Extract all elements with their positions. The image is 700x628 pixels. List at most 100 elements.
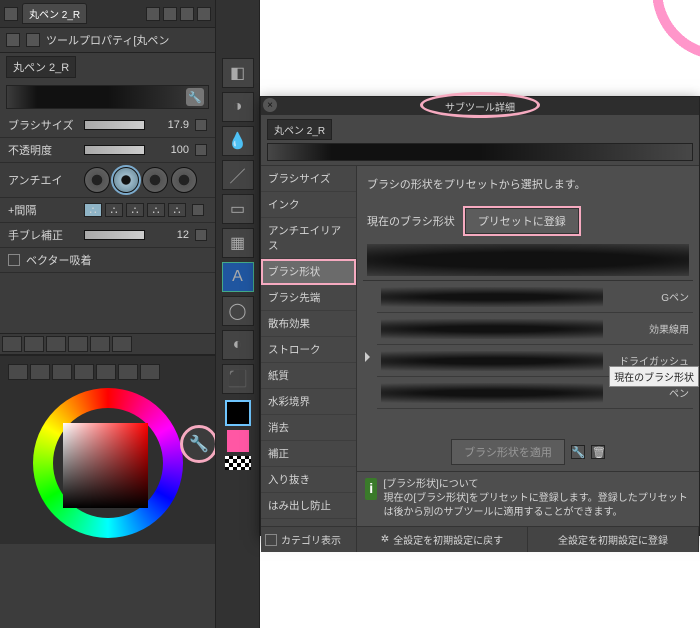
- wrench-icon[interactable]: 🔧: [186, 88, 204, 106]
- trash-icon[interactable]: 🗑: [591, 445, 605, 459]
- preset-name: ペン: [607, 385, 693, 400]
- reset-defaults-label: 全設定を初期設定に戻す: [393, 532, 503, 547]
- preset-list[interactable]: Gペン効果線用ドライガッシュペン: [363, 280, 693, 433]
- spacing-options-icon[interactable]: [192, 204, 204, 216]
- hue-ring[interactable]: [23, 388, 193, 538]
- footer-btn[interactable]: [90, 336, 110, 352]
- color-mode-btn[interactable]: [96, 364, 116, 380]
- tab-brush[interactable]: 丸ペン 2_R: [22, 3, 87, 24]
- info-icon: i: [365, 478, 377, 500]
- category-item[interactable]: 紙質: [261, 363, 356, 389]
- stabilize-value[interactable]: 12: [151, 229, 189, 241]
- blend-icon[interactable]: 💧: [222, 126, 254, 156]
- aa-option-mid[interactable]: [142, 167, 168, 193]
- preset-name: 効果線用: [607, 321, 693, 336]
- menu-icon[interactable]: [197, 7, 211, 21]
- show-category-toggle[interactable]: カテゴリ表示: [261, 527, 357, 552]
- dialog-footer: カテゴリ表示 ✲ 全設定を初期設定に戻す 全設定を初期設定に登録: [261, 526, 699, 552]
- show-category-checkbox[interactable]: [265, 534, 277, 546]
- fill-icon[interactable]: ⬛: [222, 364, 254, 394]
- stabilize-slider[interactable]: [84, 230, 145, 240]
- footer-btn[interactable]: [24, 336, 44, 352]
- gradient-icon[interactable]: ◐: [222, 330, 254, 360]
- balloon-icon[interactable]: ◯: [222, 296, 254, 326]
- expand-icon[interactable]: [365, 352, 375, 362]
- aa-option-strong[interactable]: [171, 167, 197, 193]
- category-item[interactable]: ブラシ先端: [261, 285, 356, 311]
- subtool-detail-dialog: × サブツール詳細 丸ペン 2_R ブラシサイズインクアンチエイリアスブラシ形状…: [260, 96, 700, 536]
- line-icon[interactable]: ／: [222, 160, 254, 190]
- footer-wrench-icon[interactable]: [112, 336, 132, 352]
- color-mode-btn[interactable]: [74, 364, 94, 380]
- text-icon[interactable]: A: [222, 262, 254, 292]
- color-mode-btn[interactable]: [8, 364, 28, 380]
- category-item[interactable]: はみ出し防止: [261, 493, 356, 519]
- dialog-titlebar[interactable]: × サブツール詳細: [261, 97, 699, 115]
- spacing-opt-4[interactable]: ∴: [147, 203, 165, 217]
- spacing-opt-2[interactable]: ∴: [105, 203, 123, 217]
- color-mode-btn[interactable]: [118, 364, 138, 380]
- aa-option-weak[interactable]: [113, 167, 139, 193]
- category-item[interactable]: アンチエイリアス: [261, 218, 356, 259]
- preset-stroke: [381, 351, 603, 371]
- spacing-opt-3[interactable]: ∴: [126, 203, 144, 217]
- eraser-icon[interactable]: ◧: [222, 58, 254, 88]
- spacing-label: +間隔: [8, 202, 78, 218]
- brush-size-value[interactable]: 17.9: [151, 119, 189, 131]
- brush-size-slider[interactable]: [84, 120, 145, 130]
- wrench-icon[interactable]: 🔧: [571, 445, 585, 459]
- panel-footer-toolbar: [0, 333, 215, 355]
- category-item[interactable]: 水彩境界: [261, 389, 356, 415]
- reset-defaults-button[interactable]: ✲ 全設定を初期設定に戻す: [357, 527, 528, 552]
- category-item[interactable]: インク: [261, 192, 356, 218]
- spacing-opt-1[interactable]: ∴: [84, 203, 102, 217]
- shape-icon[interactable]: ▭: [222, 194, 254, 224]
- preset-name: Gペン: [607, 289, 693, 304]
- category-item[interactable]: 散布効果: [261, 311, 356, 337]
- preset-item[interactable]: 効果線用: [377, 313, 693, 345]
- stabilize-options-icon[interactable]: [195, 229, 207, 241]
- footer-btn[interactable]: [2, 336, 22, 352]
- brush-name[interactable]: 丸ペン 2_R: [6, 56, 76, 78]
- apply-shape-button[interactable]: ブラシ形状を適用: [451, 439, 565, 465]
- vector-snap-checkbox[interactable]: [8, 254, 20, 266]
- new-icon[interactable]: [146, 7, 160, 21]
- dialog-brush-name: 丸ペン 2_R: [261, 115, 699, 166]
- aa-option-none[interactable]: [84, 167, 110, 193]
- spacing-opt-5[interactable]: ∴: [168, 203, 186, 217]
- current-shape-label: 現在のブラシ形状: [367, 213, 455, 229]
- footer-btn[interactable]: [68, 336, 88, 352]
- vertical-toolbar: ◧ ◑ 💧 ／ ▭ ▦ A ◯ ◐ ⬛: [215, 0, 260, 628]
- footer-btn[interactable]: [46, 336, 66, 352]
- grip-icon: [4, 7, 18, 21]
- color-mode-btn[interactable]: [30, 364, 50, 380]
- color-mode-btn[interactable]: [140, 364, 160, 380]
- opacity-slider[interactable]: [84, 145, 145, 155]
- eraser-soft-icon[interactable]: ◑: [222, 92, 254, 122]
- row-antialias: アンチエイ: [0, 163, 215, 198]
- category-item[interactable]: ブラシサイズ: [261, 166, 356, 192]
- opacity-options-icon[interactable]: [195, 144, 207, 156]
- swatch-background[interactable]: [225, 428, 251, 454]
- category-item[interactable]: ブラシ形状: [261, 259, 356, 285]
- frame-icon[interactable]: ▦: [222, 228, 254, 258]
- category-item[interactable]: 補正: [261, 441, 356, 467]
- preset-item[interactable]: Gペン: [377, 281, 693, 313]
- reset-icon: ✲: [381, 534, 389, 545]
- register-preset-button[interactable]: プリセットに登録: [465, 208, 579, 234]
- brush-size-options-icon[interactable]: [195, 119, 207, 131]
- info-body: 現在の[ブラシ形状]をプリセットに登録します。登録したプリセットは後から別のサブ…: [383, 492, 691, 520]
- swatch-transparent[interactable]: [225, 456, 251, 470]
- close-icon[interactable]: ×: [263, 98, 277, 112]
- duplicate-icon[interactable]: [163, 7, 177, 21]
- antialias-label: アンチエイ: [8, 172, 78, 188]
- color-mode-btn[interactable]: [52, 364, 72, 380]
- register-defaults-button[interactable]: 全設定を初期設定に登録: [528, 527, 699, 552]
- category-item[interactable]: 消去: [261, 415, 356, 441]
- sv-square[interactable]: [63, 423, 148, 508]
- opacity-value[interactable]: 100: [151, 144, 189, 156]
- category-item[interactable]: ストローク: [261, 337, 356, 363]
- trash-icon[interactable]: [180, 7, 194, 21]
- category-item[interactable]: 入り抜き: [261, 467, 356, 493]
- swatch-foreground[interactable]: [225, 400, 251, 426]
